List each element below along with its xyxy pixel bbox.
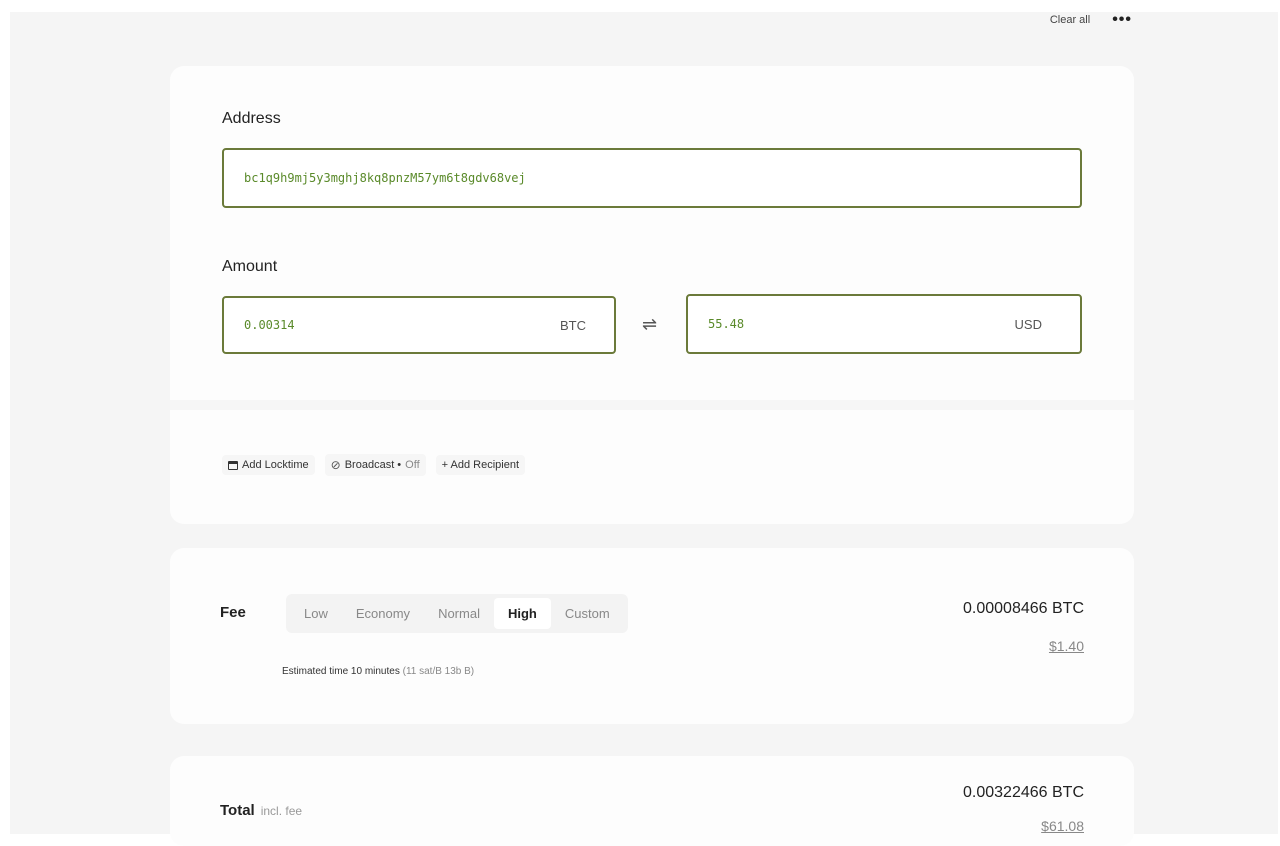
total-sub-label: incl. fee	[260, 804, 303, 818]
fee-card: Fee Low Economy Normal High Custom 0.000…	[170, 548, 1134, 724]
amount-usd-value: 55.48	[708, 317, 745, 331]
total-card: Total incl. fee 0.00322466 BTC $61.08	[170, 756, 1134, 846]
recipient-card: Address bc1q9h9mj5y3mghj8kq8pnzM57ym6t8g…	[170, 66, 1134, 524]
fee-tab-normal[interactable]: Normal	[424, 598, 494, 629]
total-label: Total	[220, 802, 255, 819]
address-label: Address	[222, 110, 281, 127]
fee-tabs: Low Economy Normal High Custom	[286, 594, 628, 633]
amount-btc-value: 0.00314	[244, 318, 295, 332]
fee-tab-economy[interactable]: Economy	[342, 598, 424, 629]
add-locktime-button[interactable]: Add Locktime	[222, 455, 315, 475]
address-field[interactable]: bc1q9h9mj5y3mghj8kq8pnzM57ym6t8gdv68vej	[222, 148, 1082, 208]
fee-usd-amount: $1.40	[1048, 638, 1084, 654]
fee-btc-amount: 0.00008466 BTC	[963, 600, 1084, 617]
total-label-group: Total incl. fee	[220, 802, 302, 819]
broadcast-label: Broadcast •	[344, 459, 402, 471]
fee-label: Fee	[220, 604, 246, 621]
amount-usd-field[interactable]: 55.48 USD	[686, 294, 1082, 354]
broadcast-state: Off	[405, 459, 420, 471]
recipient-options-row: Add Locktime ⊘ Broadcast • Off + Add Rec…	[222, 454, 1086, 476]
amount-btc-field[interactable]: 0.00314 BTC	[222, 296, 616, 354]
add-locktime-label: Add Locktime	[242, 459, 309, 471]
fee-estimate-text: Estimated time 10 minutes	[282, 666, 400, 677]
broadcast-toggle[interactable]: ⊘ Broadcast • Off	[324, 454, 426, 476]
btc-unit-label: BTC	[560, 317, 586, 333]
swap-currency-icon[interactable]: ⇌	[642, 314, 657, 335]
fee-estimate: Estimated time 10 minutes (11 sat/B 13b …	[282, 666, 474, 677]
top-toolbar: Clear all •••	[1050, 12, 1132, 28]
fee-tab-high[interactable]: High	[493, 598, 551, 629]
section-divider	[170, 400, 1134, 410]
address-value: bc1q9h9mj5y3mghj8kq8pnzM57ym6t8gdv68vej	[244, 171, 526, 185]
total-btc-amount: 0.00322466 BTC	[963, 784, 1084, 801]
amount-label: Amount	[222, 258, 278, 275]
usd-unit-label: USD	[1014, 316, 1042, 332]
fee-tab-custom[interactable]: Custom	[551, 598, 624, 629]
calendar-icon	[228, 460, 238, 470]
fee-tab-low[interactable]: Low	[290, 598, 342, 629]
broadcast-icon: ⊘	[330, 458, 341, 472]
clear-all-button[interactable]: Clear all	[1050, 14, 1090, 26]
more-options-icon[interactable]: •••	[1112, 12, 1132, 28]
total-usd-amount: $61.08	[1041, 818, 1084, 834]
fee-estimate-rate: (11 sat/B 13b B)	[402, 666, 475, 677]
add-recipient-button[interactable]: + Add Recipient	[435, 455, 526, 475]
